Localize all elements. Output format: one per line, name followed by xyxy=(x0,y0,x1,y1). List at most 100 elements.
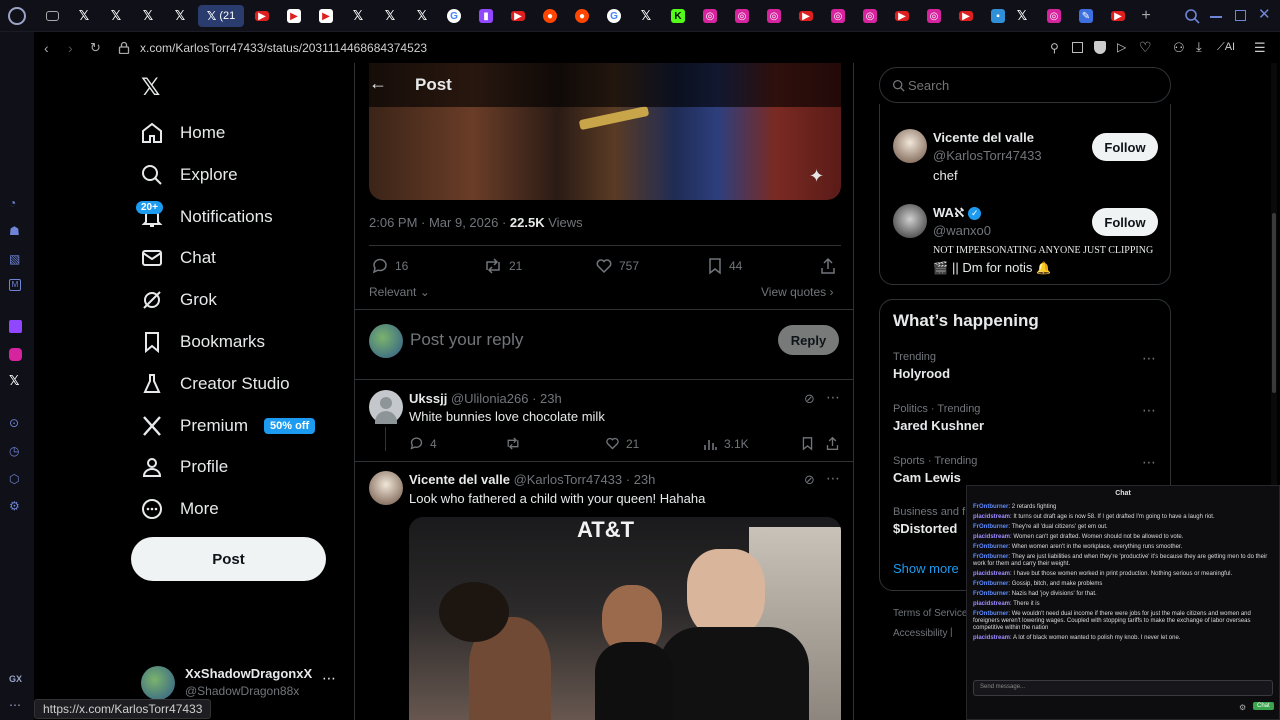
share-action[interactable] xyxy=(819,257,843,275)
footer-accessibility-link[interactable]: Accessibility xyxy=(893,628,947,639)
chat-user[interactable]: FrOntburner xyxy=(973,554,1008,560)
show-more-link[interactable]: Show more xyxy=(893,561,959,576)
tab[interactable]: K xyxy=(666,5,690,27)
maximize-icon[interactable] xyxy=(1235,10,1246,21)
chat-send-button[interactable]: Chat xyxy=(1253,702,1274,710)
account-switcher[interactable]: XxShadowDragonxX @ShadowDragon88x ⋯ xyxy=(140,664,354,704)
opera-logo-icon[interactable] xyxy=(8,7,26,25)
m-app-icon[interactable]: M xyxy=(9,279,21,291)
views-action[interactable]: 3.1K xyxy=(703,436,749,451)
chat-user[interactable]: placidstream xyxy=(973,534,1010,540)
chat-user[interactable]: FrOntburner xyxy=(973,544,1008,550)
more-icon[interactable]: ⋯ xyxy=(1142,454,1156,471)
aria-icon[interactable]: ◔ xyxy=(9,196,25,212)
grok-icon[interactable]: ⊘ xyxy=(804,472,815,488)
forward-icon[interactable]: › xyxy=(68,40,73,56)
follow-button[interactable]: Follow xyxy=(1092,208,1158,236)
chat-user[interactable]: placidstream xyxy=(973,571,1010,577)
tab[interactable]: ▶ xyxy=(506,5,530,27)
like-action[interactable]: 21 xyxy=(605,436,639,451)
tab[interactable]: ▮ xyxy=(474,5,498,27)
tab[interactable]: ▶ xyxy=(314,5,338,27)
grok-icon[interactable]: ⊘ xyxy=(804,391,815,407)
chat-user[interactable]: FrOntburner xyxy=(973,524,1008,530)
heart-icon[interactable]: ♡ xyxy=(1139,39,1152,56)
reply-action[interactable]: 4 xyxy=(409,436,437,451)
tab[interactable] xyxy=(40,5,64,27)
menu-icon[interactable]: ☰ xyxy=(1254,40,1266,56)
tab[interactable]: ▶ xyxy=(250,5,274,27)
tab[interactable]: ▶ xyxy=(1106,5,1130,27)
instagram-icon[interactable] xyxy=(9,348,22,361)
chat-user[interactable]: FrOntburner xyxy=(973,504,1008,510)
like-action[interactable]: 757 xyxy=(595,257,639,275)
chat-user[interactable]: FrOntburner xyxy=(973,591,1008,597)
tab[interactable]: G xyxy=(602,5,626,27)
tab[interactable]: ▶ xyxy=(794,5,818,27)
x-logo-icon[interactable]: 𝕏 xyxy=(9,373,25,389)
tab[interactable]: ◎ xyxy=(922,5,946,27)
bookmark-action[interactable] xyxy=(801,436,820,451)
post-button[interactable]: Post xyxy=(131,537,326,581)
tab[interactable]: ◎ xyxy=(858,5,882,27)
reply-image[interactable]: AT&T xyxy=(409,517,841,720)
scrollbar-thumb[interactable] xyxy=(1272,213,1276,393)
follow-name[interactable]: Vicente del valle xyxy=(933,130,1034,145)
tab[interactable]: G xyxy=(442,5,466,27)
more-icon[interactable]: ⋯ xyxy=(1142,350,1156,367)
url-text[interactable]: x.com/KarlosTorr47433/status/20311144686… xyxy=(140,41,427,55)
repost-action[interactable]: 21 xyxy=(483,257,522,275)
tab[interactable]: 𝕏 xyxy=(1010,5,1034,27)
avatar[interactable] xyxy=(893,129,927,163)
tab[interactable]: ◎ xyxy=(1042,5,1066,27)
shield-icon[interactable] xyxy=(1094,41,1106,54)
nav-bookmarks[interactable]: Bookmarks xyxy=(140,324,265,360)
tab[interactable]: ▶ xyxy=(282,5,306,27)
nav-profile[interactable]: Profile xyxy=(140,449,228,485)
settings-icon[interactable]: ⚙ xyxy=(9,499,25,515)
search-input[interactable] xyxy=(908,76,1148,94)
tab[interactable]: 𝕏 xyxy=(104,5,128,27)
reload-icon[interactable]: ↻ xyxy=(90,40,101,56)
chat-user[interactable]: placidstream xyxy=(973,601,1010,607)
tab[interactable]: ▪ xyxy=(986,5,1010,27)
nav-creator-studio[interactable]: Creator Studio xyxy=(140,366,290,402)
tab[interactable]: ✎ xyxy=(1074,5,1098,27)
robot-icon[interactable]: ☗ xyxy=(9,224,25,240)
aria-ai-button[interactable]: ⟋AI xyxy=(1217,41,1235,54)
reply-action[interactable]: 16 xyxy=(371,257,408,275)
reply-input[interactable]: Post your reply xyxy=(410,330,523,350)
nav-grok[interactable]: Grok xyxy=(140,282,217,318)
new-tab-button[interactable]: + xyxy=(1134,5,1158,27)
nav-home[interactable]: Home xyxy=(140,115,225,151)
reply-handle[interactable]: @KarlosTorr47433 · 23h xyxy=(514,472,656,487)
chat-user[interactable]: placidstream xyxy=(973,635,1010,641)
search-box[interactable] xyxy=(879,67,1171,103)
tab[interactable]: 𝕏 xyxy=(136,5,160,27)
back-arrow-icon[interactable]: ← xyxy=(369,73,387,94)
tab[interactable]: ▶ xyxy=(890,5,914,27)
chat-user[interactable]: placidstream xyxy=(973,514,1010,520)
more-icon[interactable]: ⋯ xyxy=(826,389,840,406)
twitch-icon[interactable] xyxy=(9,320,22,333)
trend-item[interactable]: Sports · Trending Cam Lewis xyxy=(893,455,977,485)
image-icon[interactable]: ▧ xyxy=(9,252,25,268)
tab[interactable]: 𝕏 xyxy=(378,5,402,27)
account-icon[interactable]: ⚇ xyxy=(1173,40,1185,56)
settings-icon[interactable]: ⚙ xyxy=(1239,703,1246,712)
trend-item[interactable]: Trending Holyrood xyxy=(893,351,950,381)
tab[interactable]: 𝕏 xyxy=(410,5,434,27)
more-icon[interactable]: ⋯ xyxy=(826,470,840,487)
extensions-icon[interactable]: ⬡ xyxy=(9,472,25,488)
tab[interactable]: 𝕏 xyxy=(634,5,658,27)
tab[interactable]: ● xyxy=(538,5,562,27)
nav-chat[interactable]: Chat xyxy=(140,240,216,276)
x-logo-icon[interactable]: 𝕏 xyxy=(141,73,160,102)
chat-user[interactable]: FrOntburner xyxy=(973,581,1008,587)
tab[interactable]: ● xyxy=(570,5,594,27)
tab[interactable]: ◎ xyxy=(698,5,722,27)
follow-button[interactable]: Follow xyxy=(1092,133,1158,161)
nav-explore[interactable]: Explore xyxy=(140,157,238,193)
back-icon[interactable]: ‹ xyxy=(44,40,49,56)
more-icon[interactable]: ⋯ xyxy=(1142,402,1156,419)
